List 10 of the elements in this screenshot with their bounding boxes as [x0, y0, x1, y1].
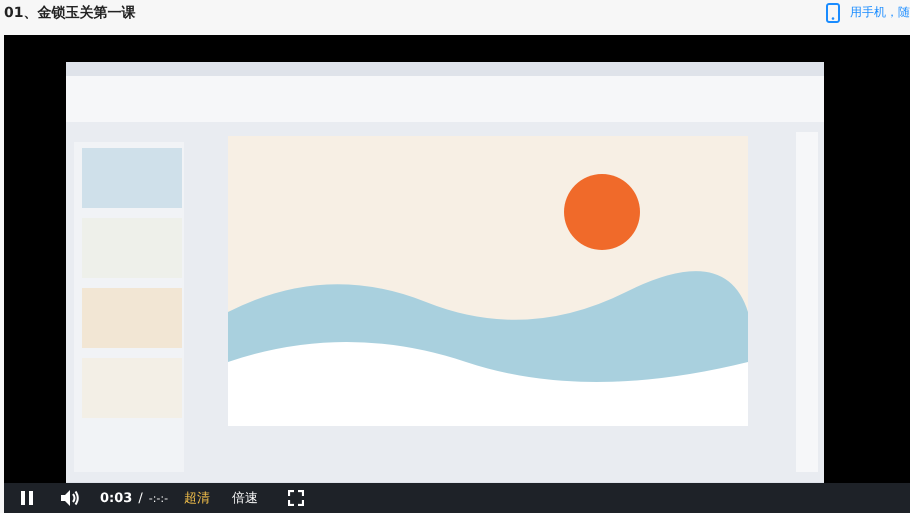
time-separator: / — [138, 490, 143, 506]
pause-icon[interactable] — [20, 490, 34, 506]
speed-button[interactable]: 倍速 — [232, 489, 258, 507]
lesson-title: 01、金锁玉关第一课 — [4, 4, 136, 22]
phone-icon[interactable] — [826, 2, 840, 22]
current-time: 0:03 — [100, 490, 132, 506]
quality-button[interactable]: 超清 — [184, 489, 210, 507]
volume-icon[interactable] — [60, 489, 80, 507]
fullscreen-icon[interactable] — [288, 490, 304, 506]
duration: -:-:- — [148, 492, 168, 504]
